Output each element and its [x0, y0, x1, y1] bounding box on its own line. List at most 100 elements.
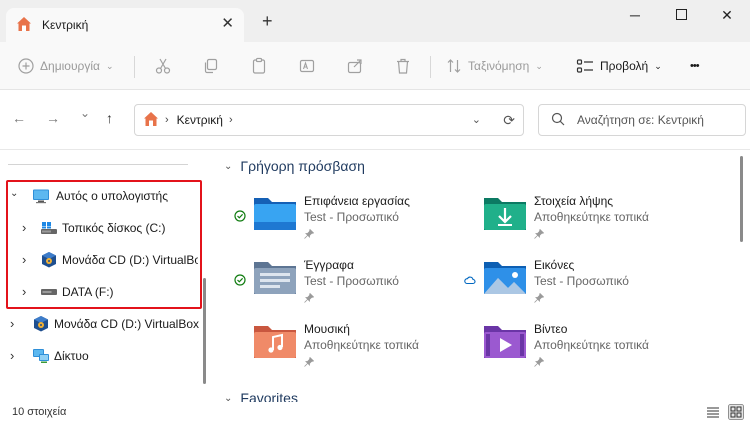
quick-access-item-documents[interactable]: Έγγραφα Test - Προσωπικό [234, 256, 474, 312]
item-location: Test - Προσωπικό [304, 210, 399, 224]
up-button[interactable]: ↑ [106, 110, 113, 126]
item-location: Test - Προσωπικό [304, 274, 399, 288]
sort-icon [446, 58, 462, 74]
rename-icon [298, 57, 316, 75]
close-button[interactable]: ✕ [704, 4, 750, 26]
pin-icon [304, 292, 315, 306]
sidebar-item-network[interactable]: › Δίκτυο [0, 342, 205, 370]
documents-folder-icon [252, 256, 298, 301]
quick-access-item-pictures[interactable]: Εικόνες Test - Προσωπικό [464, 256, 704, 312]
minimize-button[interactable]: ─ [612, 4, 658, 26]
network-icon [32, 347, 50, 368]
search-input[interactable]: Αναζήτηση σε: Κεντρική [577, 113, 704, 127]
scissors-icon [154, 57, 172, 75]
share-icon [346, 57, 364, 75]
item-location: Αποθηκεύτηκε τοπικά [304, 338, 419, 352]
clipboard-icon [250, 57, 268, 75]
new-tab-button[interactable]: + [262, 12, 273, 30]
sidebar-item-this-pc[interactable]: ⌄ Αυτός ο υπολογιστής [0, 182, 205, 210]
address-dropdown-button[interactable]: ⌄ [472, 113, 481, 126]
chevron-down-icon: ⌄ [535, 60, 543, 71]
delete-button[interactable] [394, 54, 412, 78]
forward-button[interactable]: → [46, 110, 60, 126]
details-view-button[interactable] [706, 406, 720, 421]
tab-close-button[interactable]: ✕ [221, 16, 234, 32]
view-list-icon [576, 58, 594, 74]
pictures-folder-icon [482, 256, 528, 301]
sidebar-item-label: DATA (F:) [62, 285, 114, 299]
sidebar-scrollbar[interactable] [203, 278, 206, 384]
computer-icon [32, 188, 50, 207]
sidebar-item-data-f[interactable]: › DATA (F:) [0, 278, 205, 306]
chevron-down-icon: ⌄ [105, 60, 114, 71]
content-scrollbar[interactable] [740, 156, 743, 242]
breadcrumb-separator[interactable]: › [229, 114, 233, 126]
item-location: Αποθηκεύτηκε τοπικά [534, 210, 649, 224]
new-button[interactable]: Δημιουργία ⌄ [18, 54, 113, 78]
details-view-icon [706, 407, 720, 421]
home-icon [143, 111, 159, 130]
sidebar-item-cd-drive-d[interactable]: › Μονάδα CD (D:) VirtualBox [0, 246, 205, 274]
chevron-right-icon[interactable]: › [10, 348, 14, 363]
new-button-label: Δημιουργία [40, 59, 100, 73]
sidebar-item-label: Δίκτυο [54, 349, 89, 363]
quick-access-item-desktop[interactable]: Επιφάνεια εργασίας Test - Προσωπικό [234, 192, 474, 248]
drive-icon [40, 286, 58, 300]
tab-home[interactable]: Κεντρική ✕ [6, 8, 244, 42]
sidebar-item-local-disk-c[interactable]: › Τοπικός δίσκος (C:) [0, 214, 205, 242]
copy-icon [202, 57, 220, 75]
pin-icon [534, 228, 545, 242]
music-folder-icon [252, 320, 298, 365]
quick-access-item-videos[interactable]: Βίντεο Αποθηκεύτηκε τοπικά [464, 320, 704, 376]
chevron-right-icon[interactable]: › [10, 316, 14, 331]
chevron-right-icon[interactable]: › [22, 284, 26, 299]
tab-title: Κεντρική [42, 18, 89, 32]
chevron-down-icon[interactable]: ⌄ [10, 188, 18, 199]
title-bar: Κεντρική ✕ + ─ ✕ [0, 0, 750, 42]
more-options-button[interactable]: ••• [690, 54, 700, 78]
tiles-view-button[interactable] [728, 404, 744, 423]
sidebar-item-label: Μονάδα CD (D:) VirtualBox [54, 317, 200, 331]
breadcrumb-home[interactable]: Κεντρική [177, 113, 223, 127]
quick-access-item-music[interactable]: Μουσική Αποθηκεύτηκε τοπικά [234, 320, 474, 376]
chevron-right-icon[interactable]: › [22, 252, 26, 267]
sort-button[interactable]: Ταξινόμηση ⌄ [446, 54, 543, 78]
toolbar-divider [430, 56, 431, 78]
quick-access-item-downloads[interactable]: Στοιχεία λήψης Αποθηκεύτηκε τοπικά [464, 192, 704, 248]
copy-button[interactable] [202, 54, 220, 78]
minimize-icon: ─ [630, 7, 640, 23]
sidebar-item-label: Μονάδα CD (D:) VirtualBox [62, 253, 198, 267]
sort-button-label: Ταξινόμηση [468, 59, 530, 73]
chevron-down-icon: ⌄ [654, 60, 662, 71]
item-location: Test - Προσωπικό [534, 274, 629, 288]
address-bar[interactable]: › Κεντρική › ⌄ ⟳ [134, 104, 524, 136]
chevron-right-icon[interactable]: › [22, 220, 26, 235]
cd-drive-icon [40, 251, 58, 272]
share-button[interactable] [346, 54, 364, 78]
trash-icon [394, 57, 412, 75]
tiles-view-icon [728, 404, 744, 423]
sidebar-item-cd-drive-d-root[interactable]: › Μονάδα CD (D:) VirtualBox [0, 310, 205, 338]
search-box[interactable]: Αναζήτηση σε: Κεντρική [538, 104, 746, 136]
status-bar: 10 στοιχεία [0, 402, 750, 424]
item-count: 10 στοιχεία [12, 406, 67, 418]
pin-icon [534, 292, 545, 306]
plus-circle-icon [18, 58, 34, 74]
cd-drive-icon [32, 315, 50, 336]
maximize-icon [675, 7, 687, 23]
address-row: ← → ⌄ ↑ › Κεντρική › ⌄ ⟳ Αναζήτηση σε: Κ… [0, 90, 750, 150]
maximize-button[interactable] [658, 4, 704, 26]
home-icon [16, 16, 32, 35]
rename-button[interactable] [298, 54, 316, 78]
cut-button[interactable] [154, 54, 172, 78]
recent-locations-button[interactable]: ⌄ [80, 106, 90, 120]
paste-button[interactable] [250, 54, 268, 78]
quick-access-header[interactable]: ⌄ Γρήγορη πρόσβαση [224, 158, 365, 174]
back-button[interactable]: ← [12, 110, 26, 126]
view-button[interactable]: Προβολή ⌄ [576, 54, 662, 78]
item-name: Στοιχεία λήψης [534, 194, 614, 208]
pin-icon [534, 356, 545, 370]
refresh-button[interactable]: ⟳ [503, 112, 515, 129]
chevron-down-icon: ⌄ [224, 160, 233, 172]
drive-c-icon [40, 220, 58, 239]
